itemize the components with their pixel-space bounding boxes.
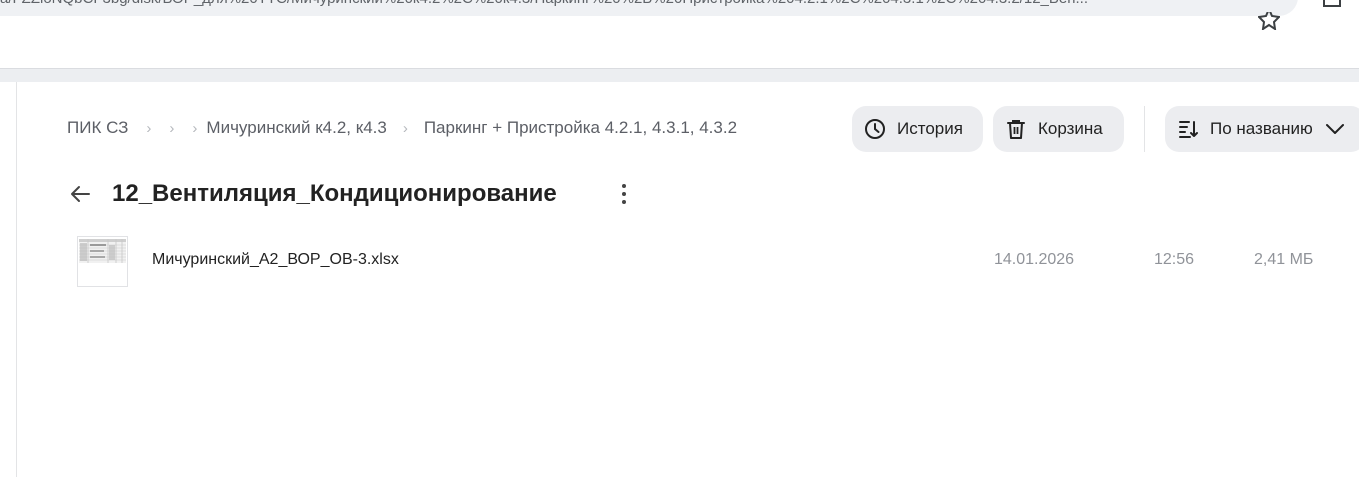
breadcrumb-item-root[interactable]: ПИК СЗ bbox=[67, 118, 128, 138]
trash-label: Корзина bbox=[1038, 119, 1103, 138]
clock-icon bbox=[865, 119, 885, 139]
arrow-left-icon[interactable] bbox=[68, 183, 92, 205]
divider-band bbox=[0, 69, 1359, 82]
breadcrumb: ПИК СЗ › › › Мичуринский к4.2, к4.3 › Па… bbox=[67, 117, 737, 139]
breadcrumb-item-parent[interactable]: Мичуринский к4.2, к4.3 bbox=[206, 118, 386, 138]
file-size: 2,41 МБ bbox=[1254, 251, 1314, 268]
star-icon[interactable] bbox=[1258, 12, 1280, 30]
url-text[interactable]: a/FZZioNQbCF3bg/disk/ВОР_для%20ТТС/Мичур… bbox=[0, 0, 1220, 8]
sort-dropdown[interactable]: По названию bbox=[1165, 106, 1359, 152]
file-row[interactable]: Мичуринский_А2_ВОР_ОВ-3.xlsx 14.01.2026 … bbox=[60, 230, 1350, 290]
file-date: 14.01.2026 bbox=[994, 251, 1075, 268]
chevron-right-icon: › bbox=[192, 119, 198, 137]
history-button[interactable]: История bbox=[852, 106, 983, 152]
file-thumbnail bbox=[77, 236, 128, 287]
sidebar-divider bbox=[16, 82, 17, 477]
chevron-right-icon: › bbox=[146, 119, 152, 137]
chevron-down-icon bbox=[1325, 124, 1344, 134]
sort-icon bbox=[1179, 121, 1198, 138]
chevron-right-icon: › bbox=[169, 119, 175, 137]
page-title: 12_Вентиляция_Кондиционирование bbox=[112, 180, 557, 207]
more-vertical-icon[interactable] bbox=[614, 181, 634, 207]
browser-toolbar: a/FZZioNQbCF3bg/disk/ВОР_для%20ТТС/Мичур… bbox=[0, 0, 1359, 69]
trash-button[interactable]: Корзина bbox=[993, 106, 1124, 152]
file-name[interactable]: Мичуринский_А2_ВОР_ОВ-3.xlsx bbox=[152, 251, 399, 269]
trash-icon bbox=[1007, 120, 1025, 139]
sort-label: По названию bbox=[1210, 119, 1313, 138]
extension-icon[interactable] bbox=[1322, 0, 1342, 8]
address-bar[interactable]: a/FZZioNQbCF3bg/disk/ВОР_для%20ТТС/Мичур… bbox=[0, 0, 1298, 16]
file-time: 12:56 bbox=[1154, 251, 1195, 268]
history-label: История bbox=[897, 119, 963, 138]
toolbar-separator bbox=[1144, 106, 1145, 152]
chevron-right-icon: › bbox=[402, 119, 408, 137]
breadcrumb-item-current[interactable]: Паркинг + Пристройка 4.2.1, 4.3.1, 4.3.2 bbox=[424, 118, 737, 138]
